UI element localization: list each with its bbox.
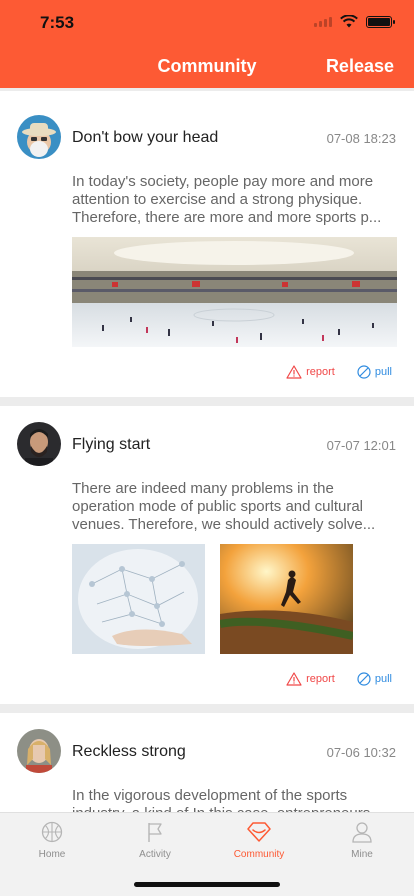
tab-community-label: Community [233,849,285,860]
block-icon [357,365,371,379]
tab-activity[interactable]: Activity [103,821,207,860]
report-button[interactable]: report [286,365,335,379]
home-indicator[interactable] [134,882,280,887]
post-body[interactable]: In the vigorous development of the sport… [72,787,398,812]
post-card[interactable]: Reckless strong 07-06 10:32 In the vigor… [0,713,414,812]
warning-icon [286,672,302,686]
post-image[interactable] [220,544,353,654]
report-label: report [306,366,335,378]
flag-icon [148,823,162,842]
tab-mine[interactable]: Mine [310,821,414,860]
post-body[interactable]: In today's society, people pay more and … [72,173,398,227]
pull-button[interactable]: pull [357,365,392,379]
avatar[interactable] [17,729,61,773]
tab-mine-label: Mine [351,849,373,860]
post-title[interactable]: Flying start [72,436,150,454]
tab-activity-label: Activity [139,849,171,860]
status-time: 7:53 [40,13,75,32]
top-bar: 7:53 Community Release [0,0,414,88]
basketball-icon [41,821,63,843]
avatar[interactable] [17,422,61,466]
community-feed[interactable]: Don't bow your head 07-08 18:23 In today… [0,88,414,812]
report-button[interactable]: report [286,672,335,686]
post-actions: report pull [286,672,392,686]
status-icons [314,15,395,28]
post-image[interactable] [72,544,205,654]
community-gem-icon [247,822,271,842]
tab-community[interactable]: Community [207,821,311,860]
post-card[interactable]: Don't bow your head 07-08 18:23 In today… [0,91,414,397]
pull-button[interactable]: pull [357,672,392,686]
signal-icon [314,16,332,27]
post-body[interactable]: There are indeed many problems in the op… [72,480,398,534]
post-card[interactable]: Flying start 07-07 12:01 There are indee… [0,406,414,704]
battery-icon [366,15,395,28]
post-actions: report pull [286,365,392,379]
tab-home-label: Home [38,849,66,860]
wifi-icon [340,15,358,28]
avatar[interactable] [17,115,61,159]
post-time: 07-06 10:32 [326,745,396,760]
warning-icon [286,365,302,379]
post-time: 07-07 12:01 [326,438,396,453]
post-image[interactable] [72,237,397,347]
post-title[interactable]: Reckless strong [72,743,186,761]
post-title[interactable]: Don't bow your head [72,129,218,147]
tab-home[interactable]: Home [0,821,104,860]
release-button[interactable]: Release [326,56,394,77]
user-icon [352,822,372,843]
report-label: report [306,673,335,685]
post-time: 07-08 18:23 [326,131,396,146]
pull-label: pull [374,673,392,685]
block-icon [357,672,371,686]
pull-label: pull [374,366,392,378]
